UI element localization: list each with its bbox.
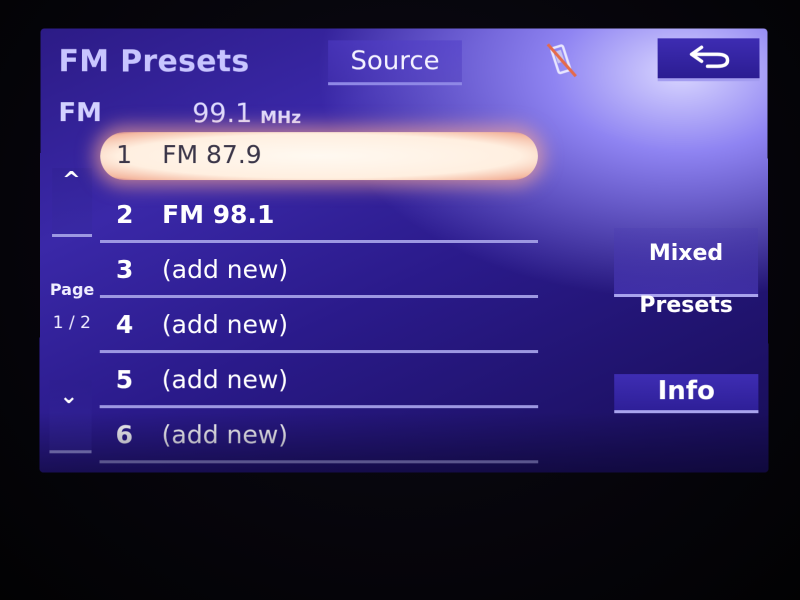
preset-row-5[interactable]: 5 (add new) bbox=[99, 357, 539, 409]
source-button[interactable]: Source bbox=[328, 40, 462, 86]
page-label: Page bbox=[49, 280, 95, 300]
page-down-button[interactable]: ⌄ bbox=[49, 380, 92, 454]
chevron-up-icon: ^ bbox=[62, 168, 81, 194]
preset-number: 5 bbox=[115, 365, 134, 395]
preset-number: 2 bbox=[116, 200, 134, 230]
preset-row-2[interactable]: 2 FM 98.1 bbox=[100, 192, 538, 244]
top-bar: FM Presets Source bbox=[40, 28, 767, 90]
preset-row-1[interactable]: 1 FM 87.9 bbox=[100, 132, 538, 181]
phone-disconnected-icon bbox=[544, 40, 580, 80]
preset-row-3[interactable]: 3 (add new) bbox=[99, 247, 539, 299]
preset-number: 1 bbox=[116, 140, 133, 170]
preset-row-6[interactable]: 6 (add new) bbox=[99, 412, 539, 464]
page-title: FM Presets bbox=[58, 44, 250, 80]
preset-label: FM 98.1 bbox=[162, 200, 275, 230]
back-arrow-icon bbox=[688, 44, 732, 70]
page-up-button[interactable]: ^ bbox=[52, 168, 93, 238]
preset-row-4[interactable]: 4 (add new) bbox=[99, 302, 539, 354]
info-button[interactable]: Info bbox=[614, 374, 759, 414]
display-bezel: FM Presets Source FM 99.1 MHz ^ Page 1 /… bbox=[0, 0, 800, 600]
back-button[interactable] bbox=[657, 38, 760, 82]
preset-number: 4 bbox=[115, 310, 134, 340]
preset-label: (add new) bbox=[161, 254, 289, 285]
infotainment-screen: FM Presets Source FM 99.1 MHz ^ Page 1 /… bbox=[39, 28, 769, 473]
frequency-value: 99.1 bbox=[192, 98, 253, 130]
preset-label: (add new) bbox=[161, 420, 289, 450]
band-label: FM bbox=[58, 98, 102, 129]
preset-label: (add new) bbox=[161, 365, 289, 395]
preset-number: 6 bbox=[115, 420, 134, 450]
preset-label: FM 87.9 bbox=[162, 140, 262, 170]
preset-number: 3 bbox=[115, 254, 134, 285]
page-indicator: 1 / 2 bbox=[52, 313, 91, 334]
preset-label: (add new) bbox=[161, 310, 289, 340]
mixed-presets-button[interactable]: Mixed Presets bbox=[613, 228, 759, 318]
chevron-down-icon: ⌄ bbox=[59, 384, 79, 410]
frequency-unit: MHz bbox=[260, 108, 302, 129]
